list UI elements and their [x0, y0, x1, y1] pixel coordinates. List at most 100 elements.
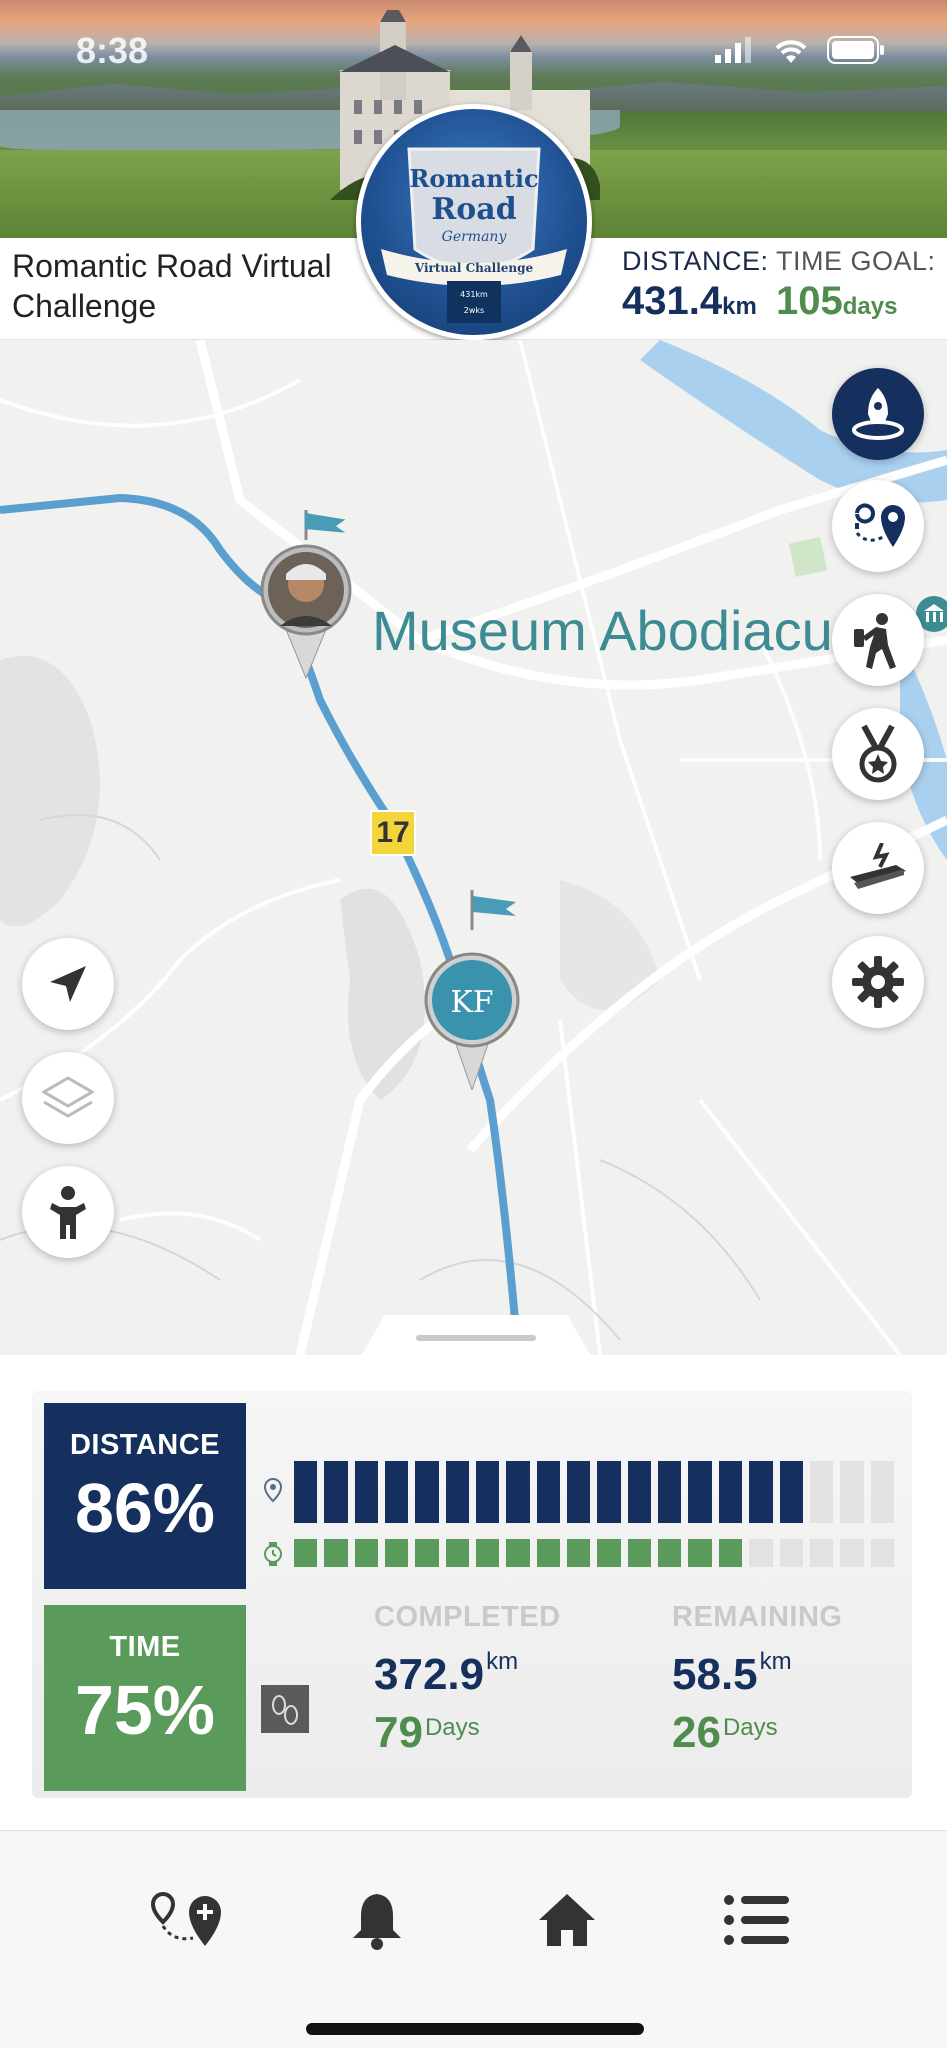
- achievements-button[interactable]: [832, 708, 924, 800]
- home-indicator: [306, 2023, 644, 2035]
- signal-icon: [715, 37, 751, 63]
- activity-button[interactable]: [832, 594, 924, 686]
- progress-segment: [809, 1461, 834, 1523]
- progress-segment: [809, 1539, 834, 1567]
- bottom-navigation: [0, 1830, 947, 2048]
- progress-segment: [324, 1539, 348, 1567]
- remaining-km: 58.5: [672, 1650, 758, 1699]
- friend-avatar-pin[interactable]: [258, 510, 354, 680]
- remaining-days: 26: [672, 1708, 721, 1757]
- treadmill-icon: [850, 843, 906, 889]
- nav-add-route[interactable]: [144, 1875, 234, 1965]
- time-progress-bar: [294, 1539, 894, 1567]
- progress-segment: [688, 1539, 712, 1567]
- completed-label: COMPLETED: [374, 1601, 561, 1633]
- progress-segment: [506, 1539, 530, 1567]
- map-layers-button[interactable]: [22, 1052, 114, 1144]
- progress-segment: [476, 1539, 500, 1567]
- progress-segment: [445, 1461, 470, 1523]
- status-time: 8:38: [76, 30, 149, 71]
- nav-menu[interactable]: [712, 1875, 802, 1965]
- distance-percent: 86%: [74, 1469, 216, 1547]
- time-percent: 75%: [74, 1671, 216, 1749]
- locate-me-button[interactable]: [22, 938, 114, 1030]
- progress-segment: [415, 1461, 439, 1523]
- progress-sheet: DISTANCE 86% TIME 75% COMPLETED 372.9km …: [0, 1355, 947, 1830]
- challenge-logo: Romantic Road Germany Virtual Challenge …: [356, 104, 592, 340]
- progress-segment: [476, 1461, 500, 1523]
- progress-segment: [779, 1461, 803, 1523]
- gear-icon: [852, 956, 904, 1008]
- svg-text:Romantic: Romantic: [409, 164, 538, 193]
- progress-segment: [749, 1461, 773, 1523]
- layers-icon: [42, 1076, 94, 1118]
- progress-segment: [294, 1461, 318, 1523]
- route-planner-button[interactable]: [832, 480, 924, 572]
- route-pin-icon: [855, 503, 905, 547]
- user-pin[interactable]: KF: [424, 890, 520, 1092]
- distance-percent-box: DISTANCE 86%: [44, 1403, 246, 1589]
- progress-segment: [385, 1539, 409, 1567]
- treadmill-button[interactable]: [832, 822, 924, 914]
- progress-segment: [840, 1461, 864, 1523]
- progress-segment: [658, 1539, 682, 1567]
- remaining-column: REMAINING 58.5km 26Days: [672, 1601, 843, 1757]
- nav-home[interactable]: [522, 1875, 612, 1965]
- progress-segment: [597, 1461, 621, 1523]
- time-goal-stat: TIME GOAL: 105days: [776, 246, 936, 324]
- map-base: [0, 340, 947, 1355]
- progress-segment: [324, 1461, 348, 1523]
- completed-km: 372.9: [374, 1650, 485, 1699]
- distance-box-label: DISTANCE: [69, 1429, 221, 1461]
- completed-days: 79: [374, 1708, 423, 1757]
- remaining-label: REMAINING: [672, 1601, 843, 1633]
- progress-segment: [627, 1539, 652, 1567]
- bell-icon: [353, 1894, 401, 1950]
- progress-segment: [506, 1461, 530, 1523]
- time-goal-unit: days: [842, 293, 898, 320]
- home-icon: [539, 1894, 595, 1946]
- progress-segment: [567, 1461, 591, 1523]
- battery-icon: [827, 36, 884, 64]
- completed-column: COMPLETED 372.9km 79Days: [374, 1601, 561, 1757]
- location-pin-icon: [263, 1477, 283, 1503]
- route-17-shield: 17: [370, 810, 416, 856]
- progress-segment: [415, 1539, 439, 1567]
- user-initials: KF: [450, 985, 493, 1020]
- time-goal-label: TIME GOAL:: [776, 246, 936, 276]
- progress-segment: [840, 1539, 864, 1567]
- svg-text:2wks: 2wks: [464, 306, 484, 315]
- svg-text:Virtual Challenge: Virtual Challenge: [414, 261, 534, 275]
- watch-icon: [264, 1542, 282, 1566]
- progress-segment: [658, 1461, 682, 1523]
- distance-label: DISTANCE:: [622, 246, 769, 276]
- wifi-icon: [775, 40, 807, 63]
- progress-segment: [597, 1539, 621, 1567]
- rocket-icon: [852, 388, 904, 440]
- time-percent-box: TIME 75%: [44, 1605, 246, 1791]
- location-arrow-icon: [50, 966, 86, 1002]
- progress-segment: [870, 1461, 894, 1523]
- participants-button[interactable]: [22, 1166, 114, 1258]
- progress-segment: [627, 1461, 652, 1523]
- add-route-icon: [150, 1891, 221, 1946]
- status-bar: 8:38: [0, 30, 947, 80]
- list-icon: [724, 1895, 789, 1945]
- progress-segment: [536, 1539, 561, 1567]
- progress-segment: [294, 1539, 318, 1567]
- progress-segment: [354, 1461, 379, 1523]
- progress-segment: [385, 1461, 409, 1523]
- map-view[interactable]: Museum Abodiacu 17 KF: [0, 340, 947, 1355]
- svg-text:431km: 431km: [460, 290, 488, 299]
- distance-progress-bar: [294, 1461, 894, 1523]
- shoe-icon: [261, 1685, 309, 1733]
- nav-notifications[interactable]: [332, 1875, 422, 1965]
- hiker-icon: [854, 613, 896, 669]
- distance-value: 431.4: [622, 279, 723, 323]
- progress-segment: [779, 1539, 803, 1567]
- rocket-button[interactable]: [832, 368, 924, 460]
- progress-card: DISTANCE 86% TIME 75% COMPLETED 372.9km …: [32, 1391, 912, 1798]
- person-icon: [50, 1186, 86, 1239]
- settings-button[interactable]: [832, 936, 924, 1028]
- progress-segment: [354, 1539, 379, 1567]
